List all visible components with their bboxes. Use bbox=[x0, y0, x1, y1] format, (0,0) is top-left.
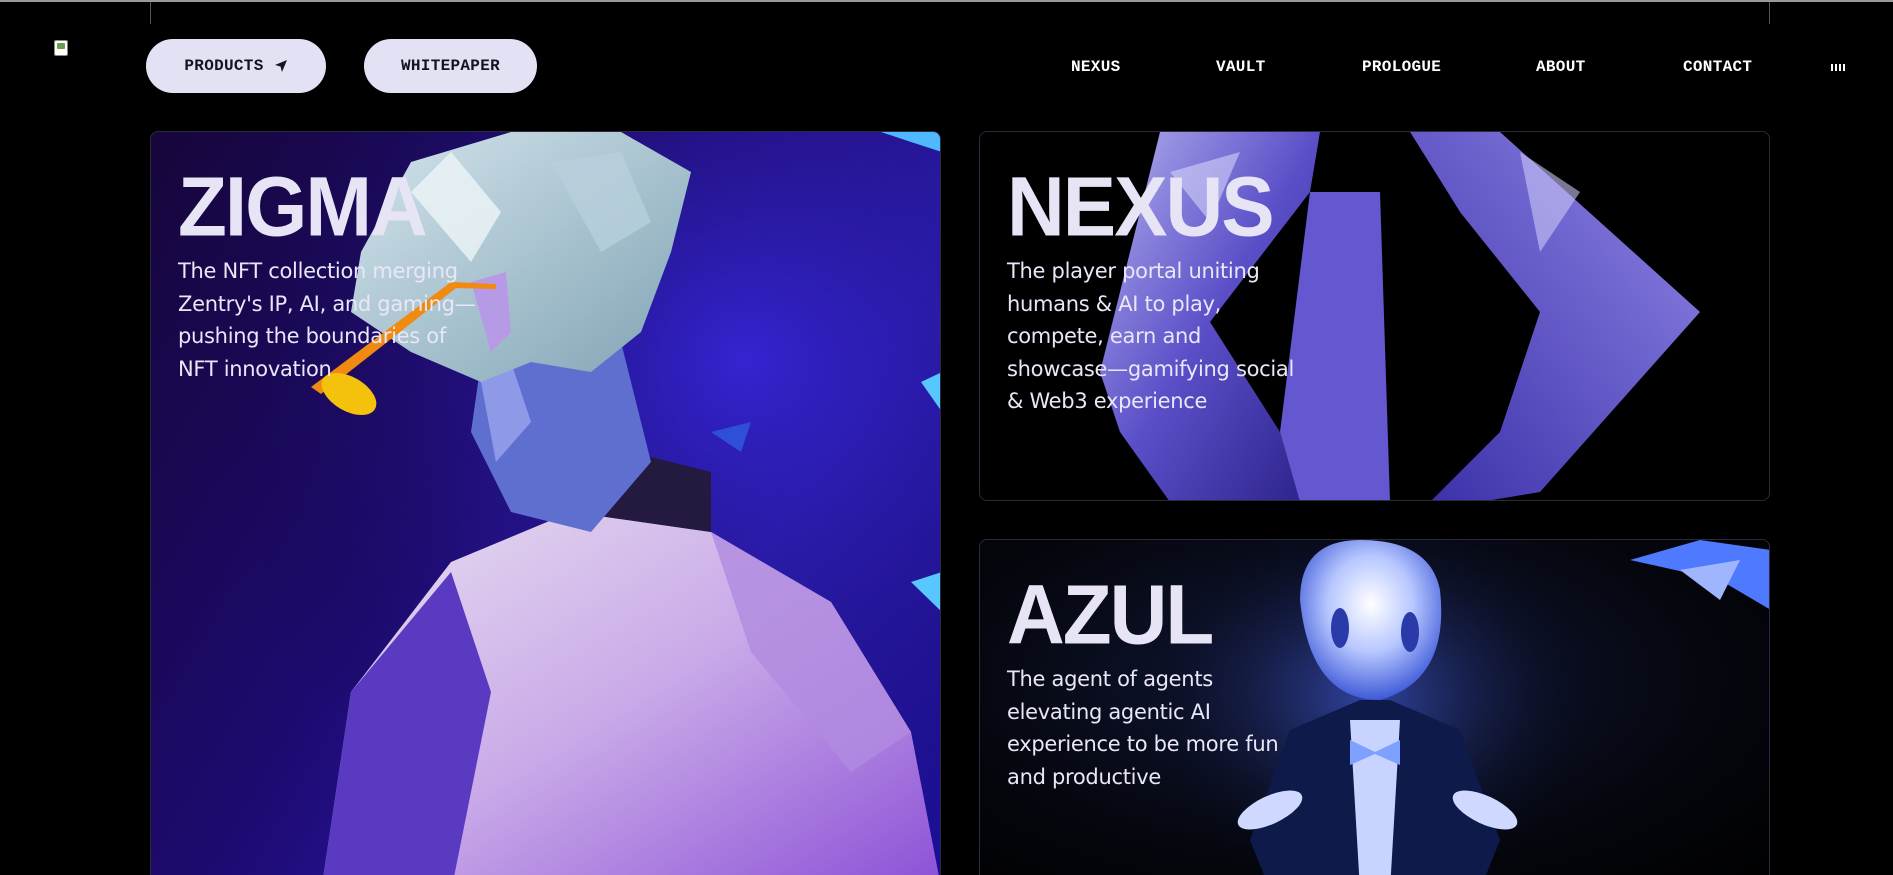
products-button[interactable]: PRODUCTS bbox=[146, 39, 326, 93]
whitepaper-button[interactable]: WHITEPAPER bbox=[364, 39, 537, 93]
azul-description: The agent of agents elevating agentic AI… bbox=[1007, 667, 1279, 789]
nav-link-vault[interactable]: VAULT bbox=[1216, 58, 1266, 76]
send-arrow-icon bbox=[274, 60, 287, 72]
logo[interactable] bbox=[54, 40, 76, 60]
zigma-card[interactable]: ZIGMA The NFT collection merging Zentry'… bbox=[150, 131, 941, 875]
nav-link-contact[interactable]: CONTACT bbox=[1683, 58, 1752, 76]
nav-link-nexus[interactable]: NEXUS bbox=[1071, 58, 1121, 76]
products-label: PRODUCTS bbox=[184, 57, 264, 75]
zigma-description: The NFT collection merging Zentry's IP, … bbox=[178, 259, 476, 381]
menu-bars-icon[interactable] bbox=[1831, 64, 1845, 71]
azul-card[interactable]: AZUL The agent of agents elevating agent… bbox=[979, 539, 1770, 875]
nav-link-prologue[interactable]: PROLOGUE bbox=[1362, 58, 1441, 76]
nexus-description: The player portal uniting humans & AI to… bbox=[1007, 259, 1295, 413]
azul-title: AZUL bbox=[1007, 567, 1214, 662]
nav-link-about[interactable]: ABOUT bbox=[1536, 58, 1586, 76]
page: PRODUCTS WHITEPAPER NEXUS VAULT PROLOGUE… bbox=[0, 0, 1893, 875]
nexus-card[interactable]: NEXUS The player portal uniting humans &… bbox=[979, 131, 1770, 501]
top-border bbox=[0, 0, 1893, 2]
zigma-title: ZIGMA bbox=[178, 159, 428, 254]
guide-line-right bbox=[1769, 2, 1770, 24]
whitepaper-label: WHITEPAPER bbox=[400, 57, 500, 75]
guide-line-left bbox=[150, 2, 151, 24]
nexus-title: NEXUS bbox=[1007, 159, 1275, 254]
broken-image-icon bbox=[54, 40, 68, 56]
